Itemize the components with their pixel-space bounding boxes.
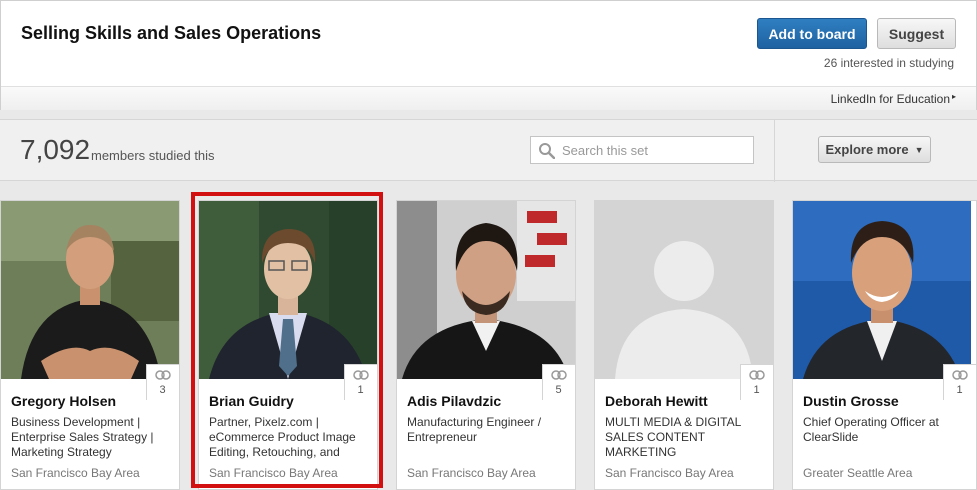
interested-count: 26 interested in studying bbox=[823, 56, 954, 70]
search-placeholder: Search this set bbox=[562, 143, 648, 158]
add-to-board-button[interactable]: Add to board bbox=[757, 18, 867, 49]
caret-down-icon: ▼ bbox=[914, 144, 924, 155]
connections-icon bbox=[749, 370, 765, 380]
explore-more-button[interactable]: Explore more ▼ bbox=[818, 136, 931, 163]
member-card[interactable]: 1 Dustin Grosse Chief Operating Officer … bbox=[792, 200, 977, 490]
member-photo-image bbox=[199, 201, 377, 379]
member-headline: Business Development | Enterprise Sales … bbox=[11, 415, 154, 459]
search-input[interactable]: Search this set bbox=[530, 136, 754, 164]
member-name[interactable]: Adis Pilavdzic bbox=[407, 393, 501, 409]
member-name[interactable]: Gregory Holsen bbox=[11, 393, 116, 409]
member-photo[interactable] bbox=[595, 201, 773, 379]
connections-badge: 1 bbox=[344, 364, 377, 400]
member-photo[interactable] bbox=[1, 201, 179, 379]
page-title: Selling Skills and Sales Operations bbox=[21, 23, 322, 43]
member-headline: Partner, Pixelz.com | eCommerce Product … bbox=[209, 415, 356, 459]
chevron-right-icon: ▸ bbox=[951, 92, 956, 101]
member-photo-image bbox=[595, 201, 773, 379]
member-card[interactable]: 5 Adis Pilavdzic Manufacturing Engineer … bbox=[396, 200, 576, 490]
connections-count: 1 bbox=[753, 384, 760, 396]
suggest-button[interactable]: Suggest bbox=[877, 18, 956, 49]
members-count: 7,092 bbox=[20, 134, 91, 165]
connections-icon bbox=[952, 370, 968, 380]
member-headline: Manufacturing Engineer / Entrepreneur bbox=[407, 415, 542, 444]
member-photo[interactable] bbox=[397, 201, 575, 379]
connections-icon bbox=[353, 370, 369, 380]
member-location: San Francisco Bay Area bbox=[407, 466, 536, 480]
explore-more-label: Explore more bbox=[825, 142, 909, 157]
connections-count: 1 bbox=[357, 384, 364, 396]
connections-badge: 1 bbox=[740, 364, 773, 400]
member-photo-image bbox=[397, 201, 575, 379]
member-card[interactable]: 1 Brian Guidry Partner, Pixelz.com | eCo… bbox=[198, 200, 378, 490]
member-photo-image bbox=[793, 201, 971, 379]
member-name[interactable]: Brian Guidry bbox=[209, 393, 294, 409]
connections-badge: 1 bbox=[943, 364, 976, 400]
member-location: San Francisco Bay Area bbox=[11, 466, 140, 480]
member-photo[interactable] bbox=[793, 201, 971, 379]
search-icon bbox=[539, 143, 555, 159]
divider bbox=[774, 120, 775, 182]
member-location: Greater Seattle Area bbox=[803, 466, 913, 480]
connections-badge: 5 bbox=[542, 364, 575, 400]
member-location: San Francisco Bay Area bbox=[209, 466, 338, 480]
member-photo[interactable] bbox=[199, 201, 377, 379]
connections-count: 1 bbox=[956, 384, 963, 396]
member-headline: Chief Operating Officer at ClearSlide bbox=[803, 415, 939, 444]
connections-badge: 3 bbox=[146, 364, 179, 400]
member-photo-image bbox=[1, 201, 179, 379]
connections-count: 5 bbox=[555, 384, 562, 396]
member-card[interactable]: 3 Gregory Holsen Business Development | … bbox=[0, 200, 180, 490]
member-headline: MULTI MEDIA & DIGITAL SALES CONTENT MARK… bbox=[605, 415, 741, 459]
board-header: Selling Skills and Sales Operations Add … bbox=[0, 0, 977, 110]
linkedin-education-link[interactable]: LinkedIn for Education bbox=[831, 92, 950, 106]
connections-count: 3 bbox=[159, 384, 166, 396]
member-location: San Francisco Bay Area bbox=[605, 466, 734, 480]
member-name[interactable]: Dustin Grosse bbox=[803, 393, 899, 409]
member-card[interactable]: 1 Deborah Hewitt MULTI MEDIA & DIGITAL S… bbox=[594, 200, 774, 490]
members-count-label: members studied this bbox=[91, 148, 215, 163]
stats-bar: 7,092 members studied this Search this s… bbox=[0, 119, 977, 182]
connections-icon bbox=[155, 370, 171, 380]
connections-icon bbox=[551, 370, 567, 380]
education-bar: LinkedIn for Education ▸ bbox=[1, 86, 976, 110]
member-name[interactable]: Deborah Hewitt bbox=[605, 393, 708, 409]
